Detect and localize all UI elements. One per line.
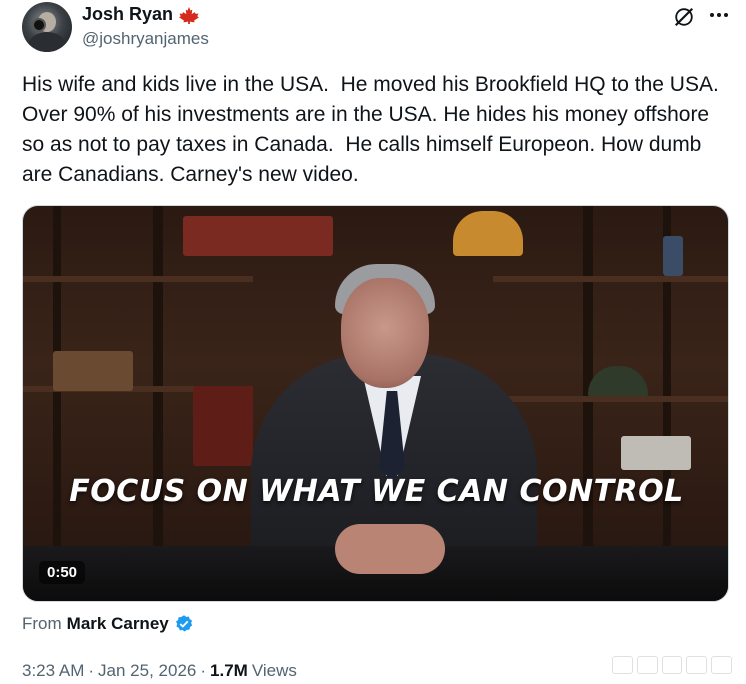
tweet-meta: 3:23 AM · Jan 25, 2026 · 1.7M Views xyxy=(22,661,297,681)
video-attribution: From Mark Carney xyxy=(22,614,194,634)
watermark xyxy=(612,656,732,678)
tweet-header: Josh Ryan @joshryanjames xyxy=(22,2,732,54)
meta-separator: · xyxy=(200,661,207,680)
verified-badge-icon xyxy=(175,615,192,632)
author-name[interactable]: Josh Ryan xyxy=(82,4,173,25)
meta-separator: · xyxy=(88,661,95,680)
tweet-date[interactable]: Jan 25, 2026 xyxy=(98,661,196,681)
video-player[interactable]: FOCUS ON WHAT WE CAN CONTROL 0:50 xyxy=(22,205,729,602)
tweet-time[interactable]: 3:23 AM xyxy=(22,661,84,681)
source-account-link[interactable]: Mark Carney xyxy=(67,614,169,634)
from-label: From xyxy=(22,614,62,633)
video-duration: 0:50 xyxy=(39,561,86,584)
author-name-row: Josh Ryan xyxy=(82,4,200,25)
views-count: 1.7M xyxy=(210,661,248,680)
grok-icon[interactable] xyxy=(673,6,695,28)
tweet-text: His wife and kids live in the USA. He mo… xyxy=(22,73,725,186)
speaker-hands xyxy=(335,524,445,574)
views-label: Views xyxy=(251,661,297,680)
canada-flag-icon xyxy=(179,6,199,24)
speaker-face xyxy=(341,278,429,388)
author-handle[interactable]: @joshryanjames xyxy=(82,29,209,49)
video-caption: FOCUS ON WHAT WE CAN CONTROL xyxy=(69,474,684,509)
avatar[interactable] xyxy=(22,2,72,52)
more-icon[interactable] xyxy=(706,4,732,26)
